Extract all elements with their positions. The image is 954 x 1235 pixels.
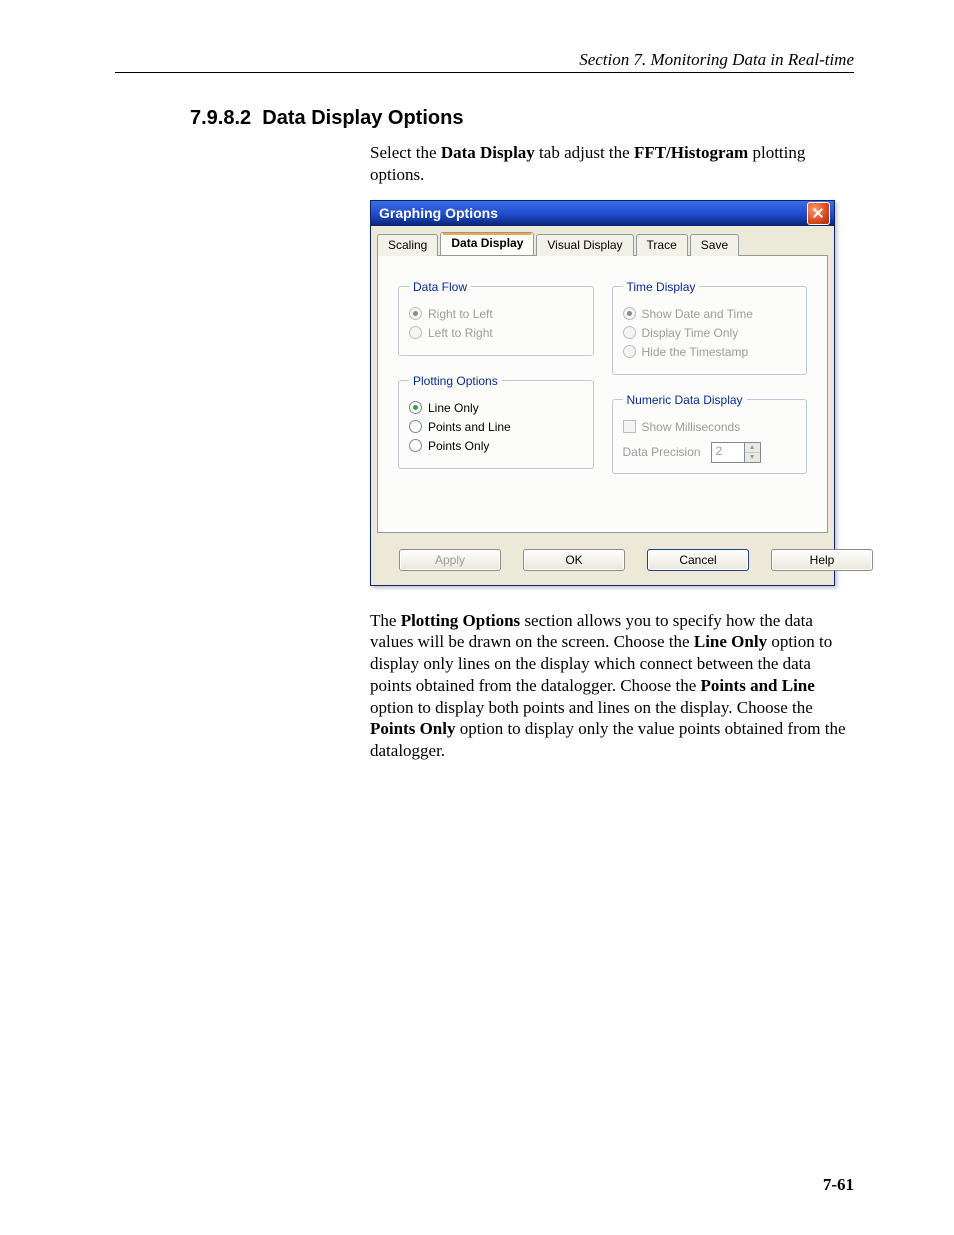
section-heading: 7.9.8.2 Data Display Options bbox=[190, 107, 854, 130]
radio-icon bbox=[409, 326, 422, 339]
dialog-titlebar[interactable]: Graphing Options bbox=[371, 201, 834, 226]
radio-icon bbox=[623, 307, 636, 320]
time-display-group: Time Display Show Date and Time Display … bbox=[612, 280, 808, 375]
tab-trace[interactable]: Trace bbox=[636, 234, 688, 256]
opt-label: Show Milliseconds bbox=[642, 420, 741, 434]
precision-value: 2 bbox=[712, 443, 744, 462]
graphing-options-dialog: Graphing Options Scaling Data Display Vi… bbox=[370, 200, 835, 586]
plotting-options-group: Plotting Options Line Only Points and Li… bbox=[398, 374, 594, 469]
precision-label: Data Precision bbox=[623, 445, 701, 459]
opt-label: Hide the Timestamp bbox=[642, 345, 749, 359]
radio-icon bbox=[409, 401, 422, 414]
opt-label: Display Time Only bbox=[642, 326, 739, 340]
opt-label: Line Only bbox=[428, 401, 479, 415]
opt-label: Left to Right bbox=[428, 326, 493, 340]
tab-visual-display[interactable]: Visual Display bbox=[536, 234, 633, 256]
radio-icon bbox=[623, 326, 636, 339]
opt-display-time-only: Display Time Only bbox=[623, 326, 797, 340]
dialog-button-row: Apply OK Cancel Help bbox=[371, 539, 834, 585]
opt-label: Points Only bbox=[428, 439, 489, 453]
spinner-up-icon[interactable]: ▲ bbox=[745, 443, 760, 453]
opt-label: Right to Left bbox=[428, 307, 493, 321]
opt-left-to-right: Left to Right bbox=[409, 326, 583, 340]
text-bold: Points and Line bbox=[701, 676, 815, 695]
text: option to display both points and lines … bbox=[370, 698, 813, 717]
radio-icon bbox=[409, 307, 422, 320]
opt-show-milliseconds: Show Milliseconds bbox=[623, 420, 797, 434]
text-bold: FFT/Histogram bbox=[634, 143, 748, 162]
radio-icon bbox=[623, 345, 636, 358]
opt-line-only[interactable]: Line Only bbox=[409, 401, 583, 415]
opt-right-to-left: Right to Left bbox=[409, 307, 583, 321]
radio-icon bbox=[409, 439, 422, 452]
checkbox-icon bbox=[623, 420, 636, 433]
text: Select the bbox=[370, 143, 441, 162]
numeric-data-display-legend: Numeric Data Display bbox=[623, 393, 747, 407]
tab-data-display[interactable]: Data Display bbox=[440, 232, 534, 255]
running-header: Section 7. Monitoring Data in Real-time bbox=[115, 50, 854, 70]
tab-body: Data Flow Right to Left Left to Right Pl… bbox=[377, 255, 828, 533]
intro-paragraph: Select the Data Display tab adjust the F… bbox=[370, 142, 854, 186]
left-column: Data Flow Right to Left Left to Right Pl… bbox=[398, 280, 594, 492]
ok-button[interactable]: OK bbox=[523, 549, 625, 571]
text: tab adjust the bbox=[535, 143, 634, 162]
text-bold: Plotting Options bbox=[401, 611, 521, 630]
section-number: 7.9.8.2 bbox=[190, 107, 251, 129]
opt-label: Show Date and Time bbox=[642, 307, 753, 321]
opt-show-date-time: Show Date and Time bbox=[623, 307, 797, 321]
explain-paragraph: The Plotting Options section allows you … bbox=[370, 610, 854, 762]
text-bold: Points Only bbox=[370, 719, 456, 738]
opt-label: Points and Line bbox=[428, 420, 511, 434]
page-number: 7-61 bbox=[823, 1175, 854, 1195]
radio-icon bbox=[409, 420, 422, 433]
text-bold: Line Only bbox=[694, 632, 767, 651]
section-title: Data Display Options bbox=[262, 107, 463, 129]
numeric-data-display-group: Numeric Data Display Show Milliseconds D… bbox=[612, 393, 808, 474]
opt-points-and-line[interactable]: Points and Line bbox=[409, 420, 583, 434]
dialog-title: Graphing Options bbox=[379, 205, 498, 221]
apply-button: Apply bbox=[399, 549, 501, 571]
data-precision-row: Data Precision 2 ▲ ▼ bbox=[623, 442, 797, 463]
cancel-button[interactable]: Cancel bbox=[647, 549, 749, 571]
text-bold: Data Display bbox=[441, 143, 535, 162]
text: The bbox=[370, 611, 401, 630]
tab-save[interactable]: Save bbox=[690, 234, 739, 256]
tab-scaling[interactable]: Scaling bbox=[377, 234, 438, 256]
data-flow-legend: Data Flow bbox=[409, 280, 471, 294]
precision-spinner[interactable]: 2 ▲ ▼ bbox=[711, 442, 761, 463]
opt-points-only[interactable]: Points Only bbox=[409, 439, 583, 453]
header-rule bbox=[115, 72, 854, 73]
opt-hide-timestamp: Hide the Timestamp bbox=[623, 345, 797, 359]
plotting-options-legend: Plotting Options bbox=[409, 374, 502, 388]
right-column: Time Display Show Date and Time Display … bbox=[612, 280, 808, 492]
tab-strip: Scaling Data Display Visual Display Trac… bbox=[371, 226, 834, 255]
spinner-down-icon[interactable]: ▼ bbox=[745, 453, 760, 462]
spinner-buttons[interactable]: ▲ ▼ bbox=[744, 443, 760, 462]
help-button[interactable]: Help bbox=[771, 549, 873, 571]
data-flow-group: Data Flow Right to Left Left to Right bbox=[398, 280, 594, 356]
time-display-legend: Time Display bbox=[623, 280, 700, 294]
close-icon[interactable] bbox=[807, 202, 830, 225]
